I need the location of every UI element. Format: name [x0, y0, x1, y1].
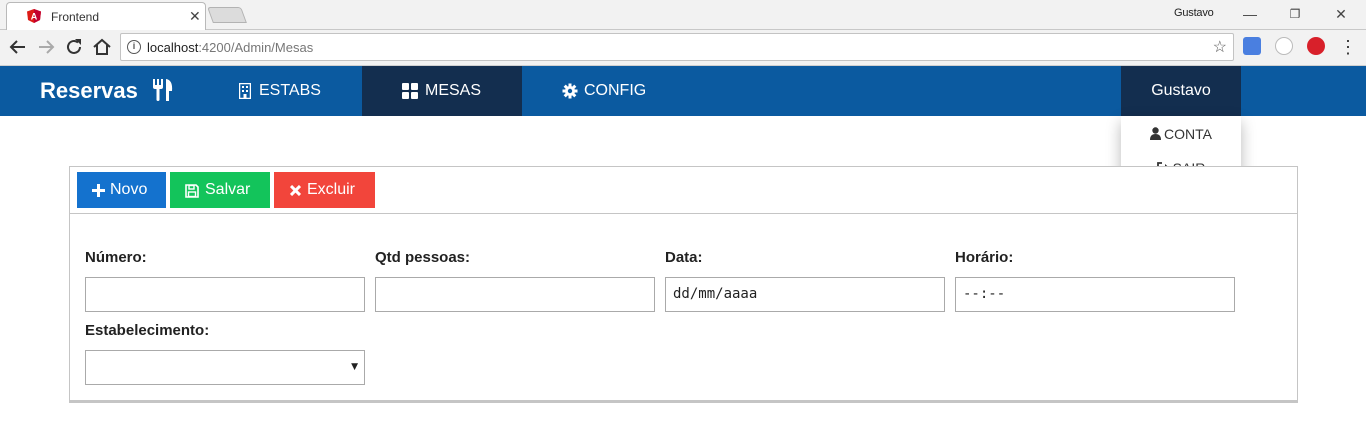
excluir-button-label: Excluir — [307, 181, 356, 198]
angular-icon: A — [27, 9, 41, 23]
nav-item-config[interactable]: CONFIG — [522, 66, 682, 116]
back-arrow-icon[interactable] — [6, 35, 30, 59]
th-large-icon — [402, 83, 418, 99]
data-label: Data: — [665, 249, 703, 266]
window-close-icon[interactable]: ✕ — [1329, 3, 1353, 25]
info-icon[interactable]: i — [127, 40, 141, 54]
numero-input[interactable] — [85, 277, 365, 312]
times-icon — [290, 185, 301, 196]
horario-input[interactable]: --:-- — [955, 277, 1235, 312]
adblock-extension-icon[interactable] — [1307, 37, 1325, 55]
menu-label-conta: CONTA — [1164, 126, 1212, 142]
nav-item-estabs[interactable]: ESTABS — [202, 66, 362, 116]
chrome-menu-icon[interactable]: ⋮ — [1336, 35, 1360, 59]
gear-icon — [562, 83, 578, 99]
nav-item-mesas[interactable]: MESAS — [362, 66, 522, 116]
nav-label-mesas: MESAS — [425, 82, 482, 99]
extension-icon[interactable] — [1275, 37, 1293, 55]
data-input[interactable]: dd/mm/aaaa — [665, 277, 945, 312]
browser-toolbar: i localhost:4200/Admin/Mesas ☆ ⋮ — [0, 30, 1366, 66]
cutlery-icon — [153, 79, 173, 101]
tab-title: Frontend — [51, 10, 100, 24]
translate-extension-icon[interactable] — [1243, 37, 1261, 55]
plus-icon — [92, 184, 105, 197]
minimize-icon[interactable]: — — [1238, 3, 1262, 25]
url-host: localhost — [147, 40, 199, 55]
browser-tab-strip: A Frontend ✕ Gustavo — ❐ ✕ — [0, 0, 1366, 30]
browser-tab[interactable]: A Frontend ✕ — [6, 2, 206, 30]
form-toolbar: Novo Salvar Excluir — [70, 167, 1297, 214]
numero-label: Número: — [85, 249, 147, 266]
nav-label-config: CONFIG — [584, 82, 647, 99]
building-icon — [239, 83, 251, 99]
new-tab-button[interactable] — [207, 7, 247, 23]
qtd-pessoas-input[interactable] — [375, 277, 655, 312]
novo-button-label: Novo — [110, 181, 148, 198]
floppy-disk-icon — [185, 184, 199, 198]
salvar-button[interactable]: Salvar — [170, 172, 270, 208]
user-menu-toggle[interactable]: Gustavo — [1121, 66, 1241, 116]
home-icon[interactable] — [90, 35, 114, 59]
url-text: localhost:4200/Admin/Mesas — [147, 40, 313, 55]
estabelecimento-select[interactable]: ▼ — [85, 350, 365, 385]
url-path: :4200/Admin/Mesas — [198, 40, 314, 55]
mesa-form-panel: Novo Salvar Excluir Número: Qtd pessoas:… — [69, 166, 1298, 403]
novo-button[interactable]: Novo — [77, 172, 166, 208]
profile-name[interactable]: Gustavo — [1174, 7, 1214, 19]
excluir-button[interactable]: Excluir — [274, 172, 375, 208]
horario-label: Horário: — [955, 249, 1014, 266]
menu-item-conta[interactable]: CONTA — [1121, 117, 1241, 151]
app-navbar: Reservas ESTABS MESAS CONFIG Gustavo — [0, 66, 1366, 116]
nav-label-estabs: ESTABS — [259, 82, 321, 99]
estabelecimento-label: Estabelecimento: — [85, 322, 210, 339]
forward-arrow-icon[interactable] — [34, 35, 58, 59]
svg-text:A: A — [31, 12, 38, 22]
brand-title[interactable]: Reservas — [40, 78, 138, 104]
restore-icon[interactable]: ❐ — [1283, 3, 1307, 25]
salvar-button-label: Salvar — [205, 181, 251, 198]
dropdown-arrow-icon: ▼ — [351, 362, 358, 372]
tab-close-icon[interactable]: ✕ — [189, 8, 201, 25]
reload-icon[interactable] — [62, 35, 86, 59]
address-bar[interactable]: i localhost:4200/Admin/Mesas ☆ — [120, 33, 1234, 61]
qtd-pessoas-label: Qtd pessoas: — [375, 249, 471, 266]
user-icon — [1150, 127, 1162, 140]
bookmark-star-icon[interactable]: ☆ — [1213, 37, 1227, 57]
